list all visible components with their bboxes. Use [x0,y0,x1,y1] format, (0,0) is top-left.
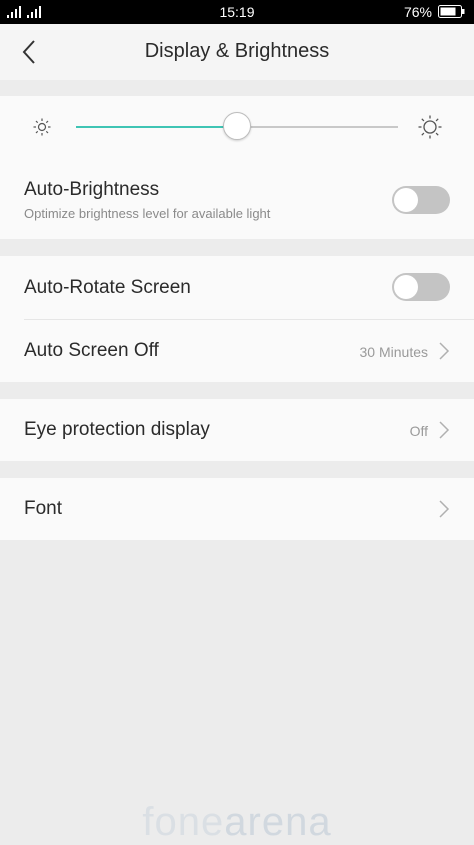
eye-protection-row[interactable]: Eye protection display Off [0,399,474,461]
toggle-knob [394,275,418,299]
chevron-right-icon [439,342,450,360]
brightness-slider-fill [76,126,237,128]
auto-brightness-toggle[interactable] [392,186,450,214]
watermark-part2: arena [224,800,332,844]
status-bar: 15:19 76% [0,0,474,24]
auto-rotate-toggle[interactable] [392,273,450,301]
auto-rotate-label: Auto-Rotate Screen [24,277,191,298]
font-label: Font [24,498,63,519]
brightness-card: Auto-Brightness Optimize brightness leve… [0,96,474,239]
status-time: 15:19 [219,4,255,20]
screen-card: Auto-Rotate Screen Auto Screen Off 30 Mi… [0,256,474,382]
font-card: Font [0,478,474,540]
toggle-knob [394,188,418,212]
auto-screen-off-label: Auto Screen Off [24,340,159,361]
app-header: Display & Brightness [0,24,474,80]
auto-brightness-row[interactable]: Auto-Brightness Optimize brightness leve… [0,158,474,239]
auto-brightness-description: Optimize brightness level for available … [24,206,271,221]
chevron-right-icon [439,421,450,439]
eye-protection-label: Eye protection display [24,419,210,440]
page-title: Display & Brightness [144,40,330,62]
sun-large-icon [418,115,442,139]
auto-brightness-label: Auto-Brightness [24,179,160,200]
brightness-slider-thumb[interactable] [223,112,251,140]
watermark-logo: fonearena [0,800,474,845]
eye-protection-card: Eye protection display Off [0,399,474,461]
auto-screen-off-row[interactable]: Auto Screen Off 30 Minutes [0,320,474,382]
auto-screen-off-value: 30 Minutes [359,344,428,360]
chevron-right-icon [439,500,450,518]
watermark-part1: fone [142,800,225,844]
sun-small-icon [33,118,51,136]
brightness-slider-row [0,96,474,158]
battery-percent: 76% [403,4,432,20]
battery-icon [438,5,465,18]
font-row[interactable]: Font [0,478,474,540]
eye-protection-value: Off [409,423,428,439]
auto-rotate-row[interactable]: Auto-Rotate Screen [0,256,474,319]
